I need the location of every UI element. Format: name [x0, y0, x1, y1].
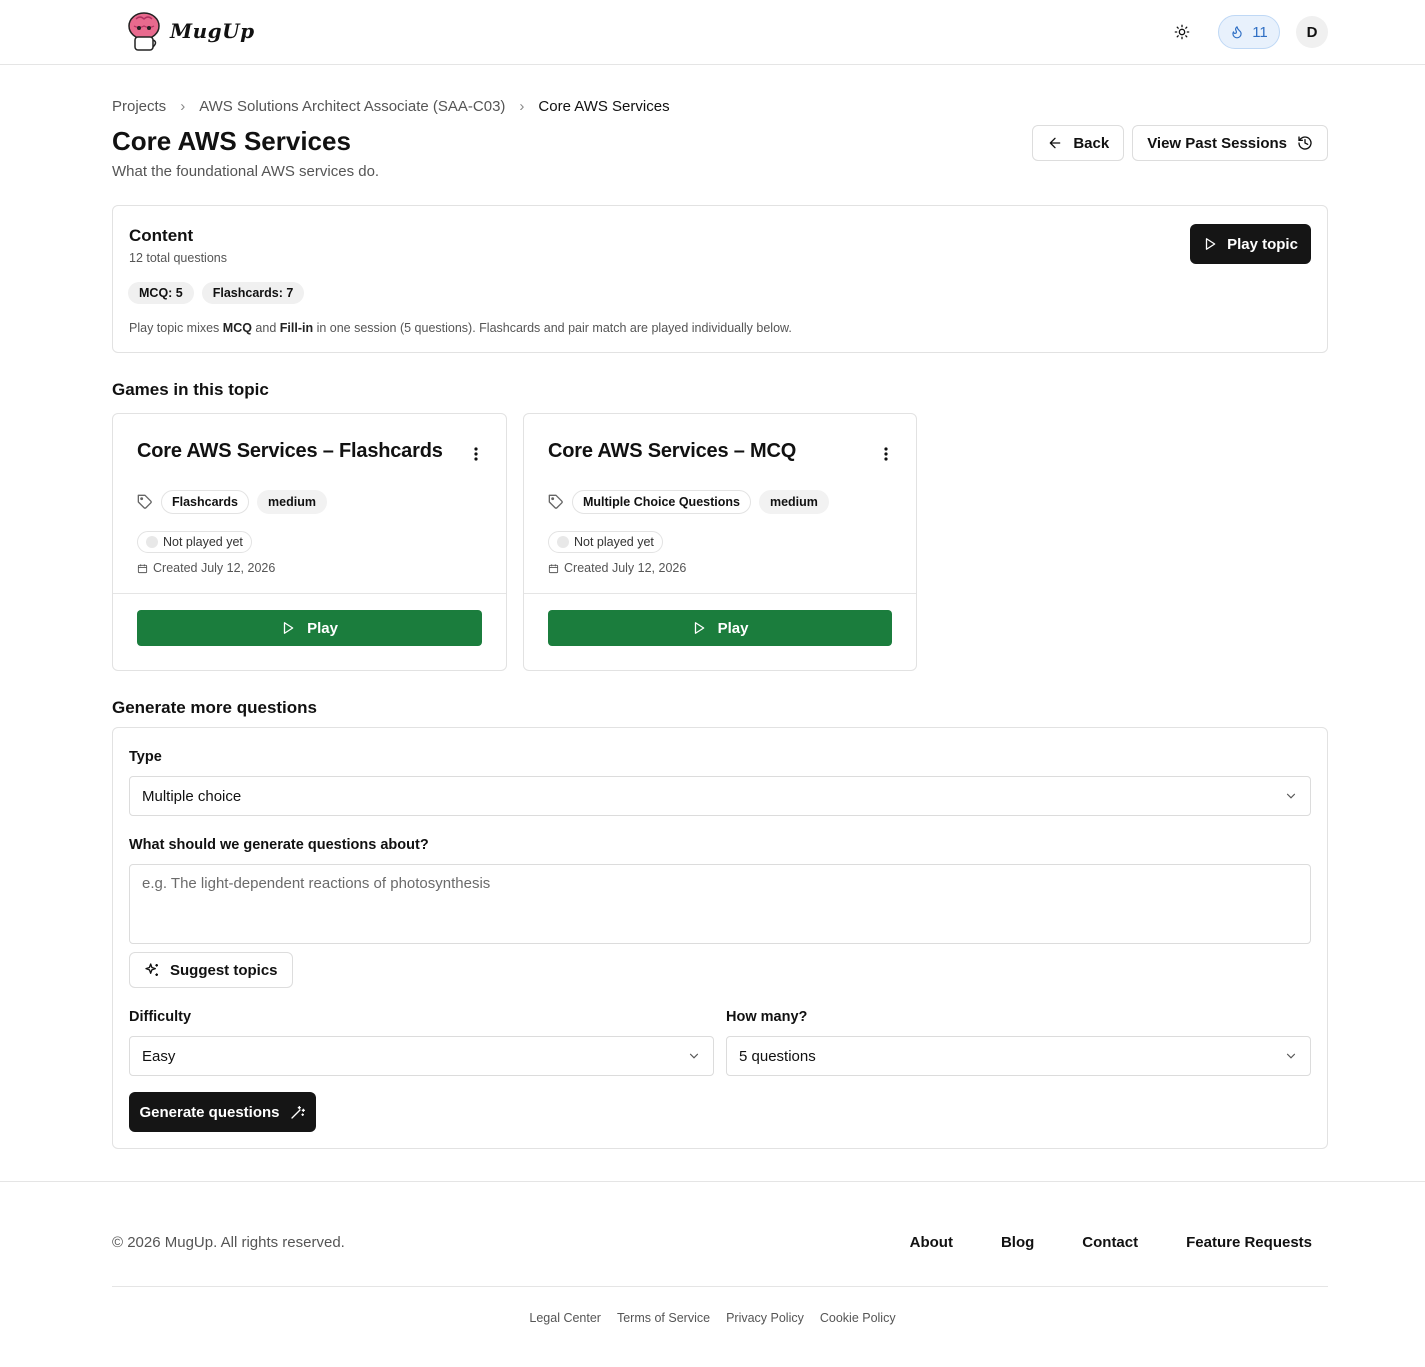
tag-icon: [548, 494, 564, 510]
suggest-label: Suggest topics: [170, 961, 278, 979]
theme-toggle-sun-icon[interactable]: [1166, 16, 1198, 48]
footer-links: About Blog Contact Feature Requests: [910, 1234, 1312, 1251]
content-note: Play topic mixes MCQ and Fill-in in one …: [129, 321, 792, 335]
content-card: Content 12 total questions Play topic Pl…: [112, 205, 1328, 353]
sparkles-icon: [144, 962, 160, 978]
game-title: Core AWS Services – MCQ: [548, 440, 797, 462]
status-label: Not played yet: [574, 535, 654, 549]
created-date: Created July 12, 2026: [548, 561, 686, 575]
more-options-icon[interactable]: [884, 447, 888, 461]
game-card: Core AWS Services – MCQ Not played yet C…: [523, 413, 917, 671]
top-navbar: MugUp 11 D: [0, 0, 1425, 65]
play-topic-button[interactable]: Play topic: [1190, 224, 1311, 264]
app-name: MugUp: [170, 19, 255, 43]
footer-link-about[interactable]: About: [910, 1234, 953, 1251]
game-type-tag: Flashcards: [161, 490, 250, 514]
legal-center-link[interactable]: Legal Center: [529, 1311, 601, 1325]
play-button[interactable]: Play: [137, 610, 482, 646]
games-section-title: Games in this topic: [112, 380, 269, 399]
breadcrumb-project[interactable]: AWS Solutions Architect Associate (SAA-C…: [199, 98, 505, 115]
count-label: How many?: [726, 1009, 808, 1025]
difficulty-tag: medium: [758, 490, 829, 514]
calendar-icon: [137, 563, 148, 574]
status-badge: Not played yet: [137, 531, 252, 553]
status-label: Not played yet: [163, 535, 243, 549]
difficulty-tag: medium: [257, 490, 327, 514]
view-past-sessions-button[interactable]: View Past Sessions: [1132, 125, 1328, 161]
chevron-right-icon: ›: [180, 98, 186, 115]
copyright: © 2026 MugUp. All rights reserved.: [112, 1234, 345, 1251]
count-select[interactable]: 5 questions: [726, 1036, 1311, 1076]
game-type-tag: Multiple Choice Questions: [572, 490, 751, 514]
legal-links: Legal Center Terms of Service Privacy Po…: [0, 1311, 1425, 1325]
play-topic-label: Play topic: [1227, 235, 1298, 253]
chevron-right-icon: ›: [519, 98, 525, 115]
created-label: Created July 12, 2026: [564, 561, 687, 575]
difficulty-select[interactable]: Easy: [129, 1036, 714, 1076]
terms-link[interactable]: Terms of Service: [617, 1311, 710, 1325]
logo[interactable]: MugUp: [126, 10, 255, 52]
play-icon: [1203, 237, 1217, 251]
game-tags: Multiple Choice Questions medium: [548, 490, 829, 514]
total-questions: 12 total questions: [129, 251, 227, 265]
created-date: Created July 12, 2026: [137, 561, 275, 575]
chevron-down-icon: [1284, 1049, 1298, 1063]
mcq-count-chip: MCQ: 5: [128, 282, 194, 304]
game-title: Core AWS Services – Flashcards: [137, 440, 443, 462]
suggest-topics-button[interactable]: Suggest topics: [129, 952, 293, 988]
back-label: Back: [1073, 134, 1110, 152]
history-icon: [1297, 135, 1313, 151]
privacy-link[interactable]: Privacy Policy: [726, 1311, 804, 1325]
user-avatar[interactable]: D: [1296, 16, 1328, 48]
calendar-icon: [548, 563, 559, 574]
status-badge: Not played yet: [548, 531, 663, 553]
generate-label: Generate questions: [139, 1103, 280, 1121]
game-card: Core AWS Services – Flashcards Not playe…: [112, 413, 507, 671]
flame-icon: [1230, 24, 1244, 40]
streak-count: 11: [1252, 23, 1268, 41]
past-sessions-label: View Past Sessions: [1147, 134, 1287, 152]
footer-link-blog[interactable]: Blog: [1001, 1234, 1034, 1251]
difficulty-label: Difficulty: [129, 1009, 192, 1025]
back-button[interactable]: Back: [1032, 125, 1125, 161]
tag-icon: [137, 494, 153, 510]
created-label: Created July 12, 2026: [153, 561, 276, 575]
type-label: Type: [129, 749, 162, 765]
topic-textarea[interactable]: e.g. The light-dependent reactions of ph…: [129, 864, 1311, 944]
magic-wand-icon: [290, 1104, 306, 1120]
footer-link-contact[interactable]: Contact: [1082, 1234, 1138, 1251]
footer-divider: [0, 1181, 1425, 1182]
arrow-left-icon: [1047, 135, 1063, 151]
play-label: Play: [307, 619, 338, 637]
type-select[interactable]: Multiple choice: [129, 776, 1311, 816]
chevron-down-icon: [687, 1049, 701, 1063]
play-icon: [692, 621, 706, 635]
generate-section-title: Generate more questions: [112, 698, 318, 717]
play-button[interactable]: Play: [548, 610, 892, 646]
play-icon: [281, 621, 295, 635]
footer-link-feature-requests[interactable]: Feature Requests: [1186, 1234, 1312, 1251]
breadcrumb-current: Core AWS Services: [538, 98, 670, 115]
play-label: Play: [717, 619, 749, 637]
more-options-icon[interactable]: [474, 447, 478, 461]
content-title: Content: [129, 226, 194, 245]
count-value: 5 questions: [739, 1047, 816, 1065]
game-tags: Flashcards medium: [137, 490, 327, 514]
page-subtitle: What the foundational AWS services do.: [112, 163, 380, 180]
breadcrumb: Projects › AWS Solutions Architect Assoc…: [112, 98, 1328, 115]
type-value: Multiple choice: [142, 787, 242, 805]
footer-separator: [112, 1286, 1328, 1287]
difficulty-value: Easy: [142, 1047, 176, 1065]
generate-form: Type Multiple choice What should we gene…: [112, 727, 1328, 1149]
generate-questions-button[interactable]: Generate questions: [129, 1092, 316, 1132]
cookie-link[interactable]: Cookie Policy: [820, 1311, 896, 1325]
breadcrumb-projects[interactable]: Projects: [112, 98, 166, 115]
topic-label: What should we generate questions about?: [129, 837, 429, 853]
flashcards-count-chip: Flashcards: 7: [201, 282, 305, 304]
brain-mascot-icon: [126, 10, 162, 52]
streak-badge[interactable]: 11: [1218, 15, 1280, 49]
chevron-down-icon: [1284, 789, 1298, 803]
